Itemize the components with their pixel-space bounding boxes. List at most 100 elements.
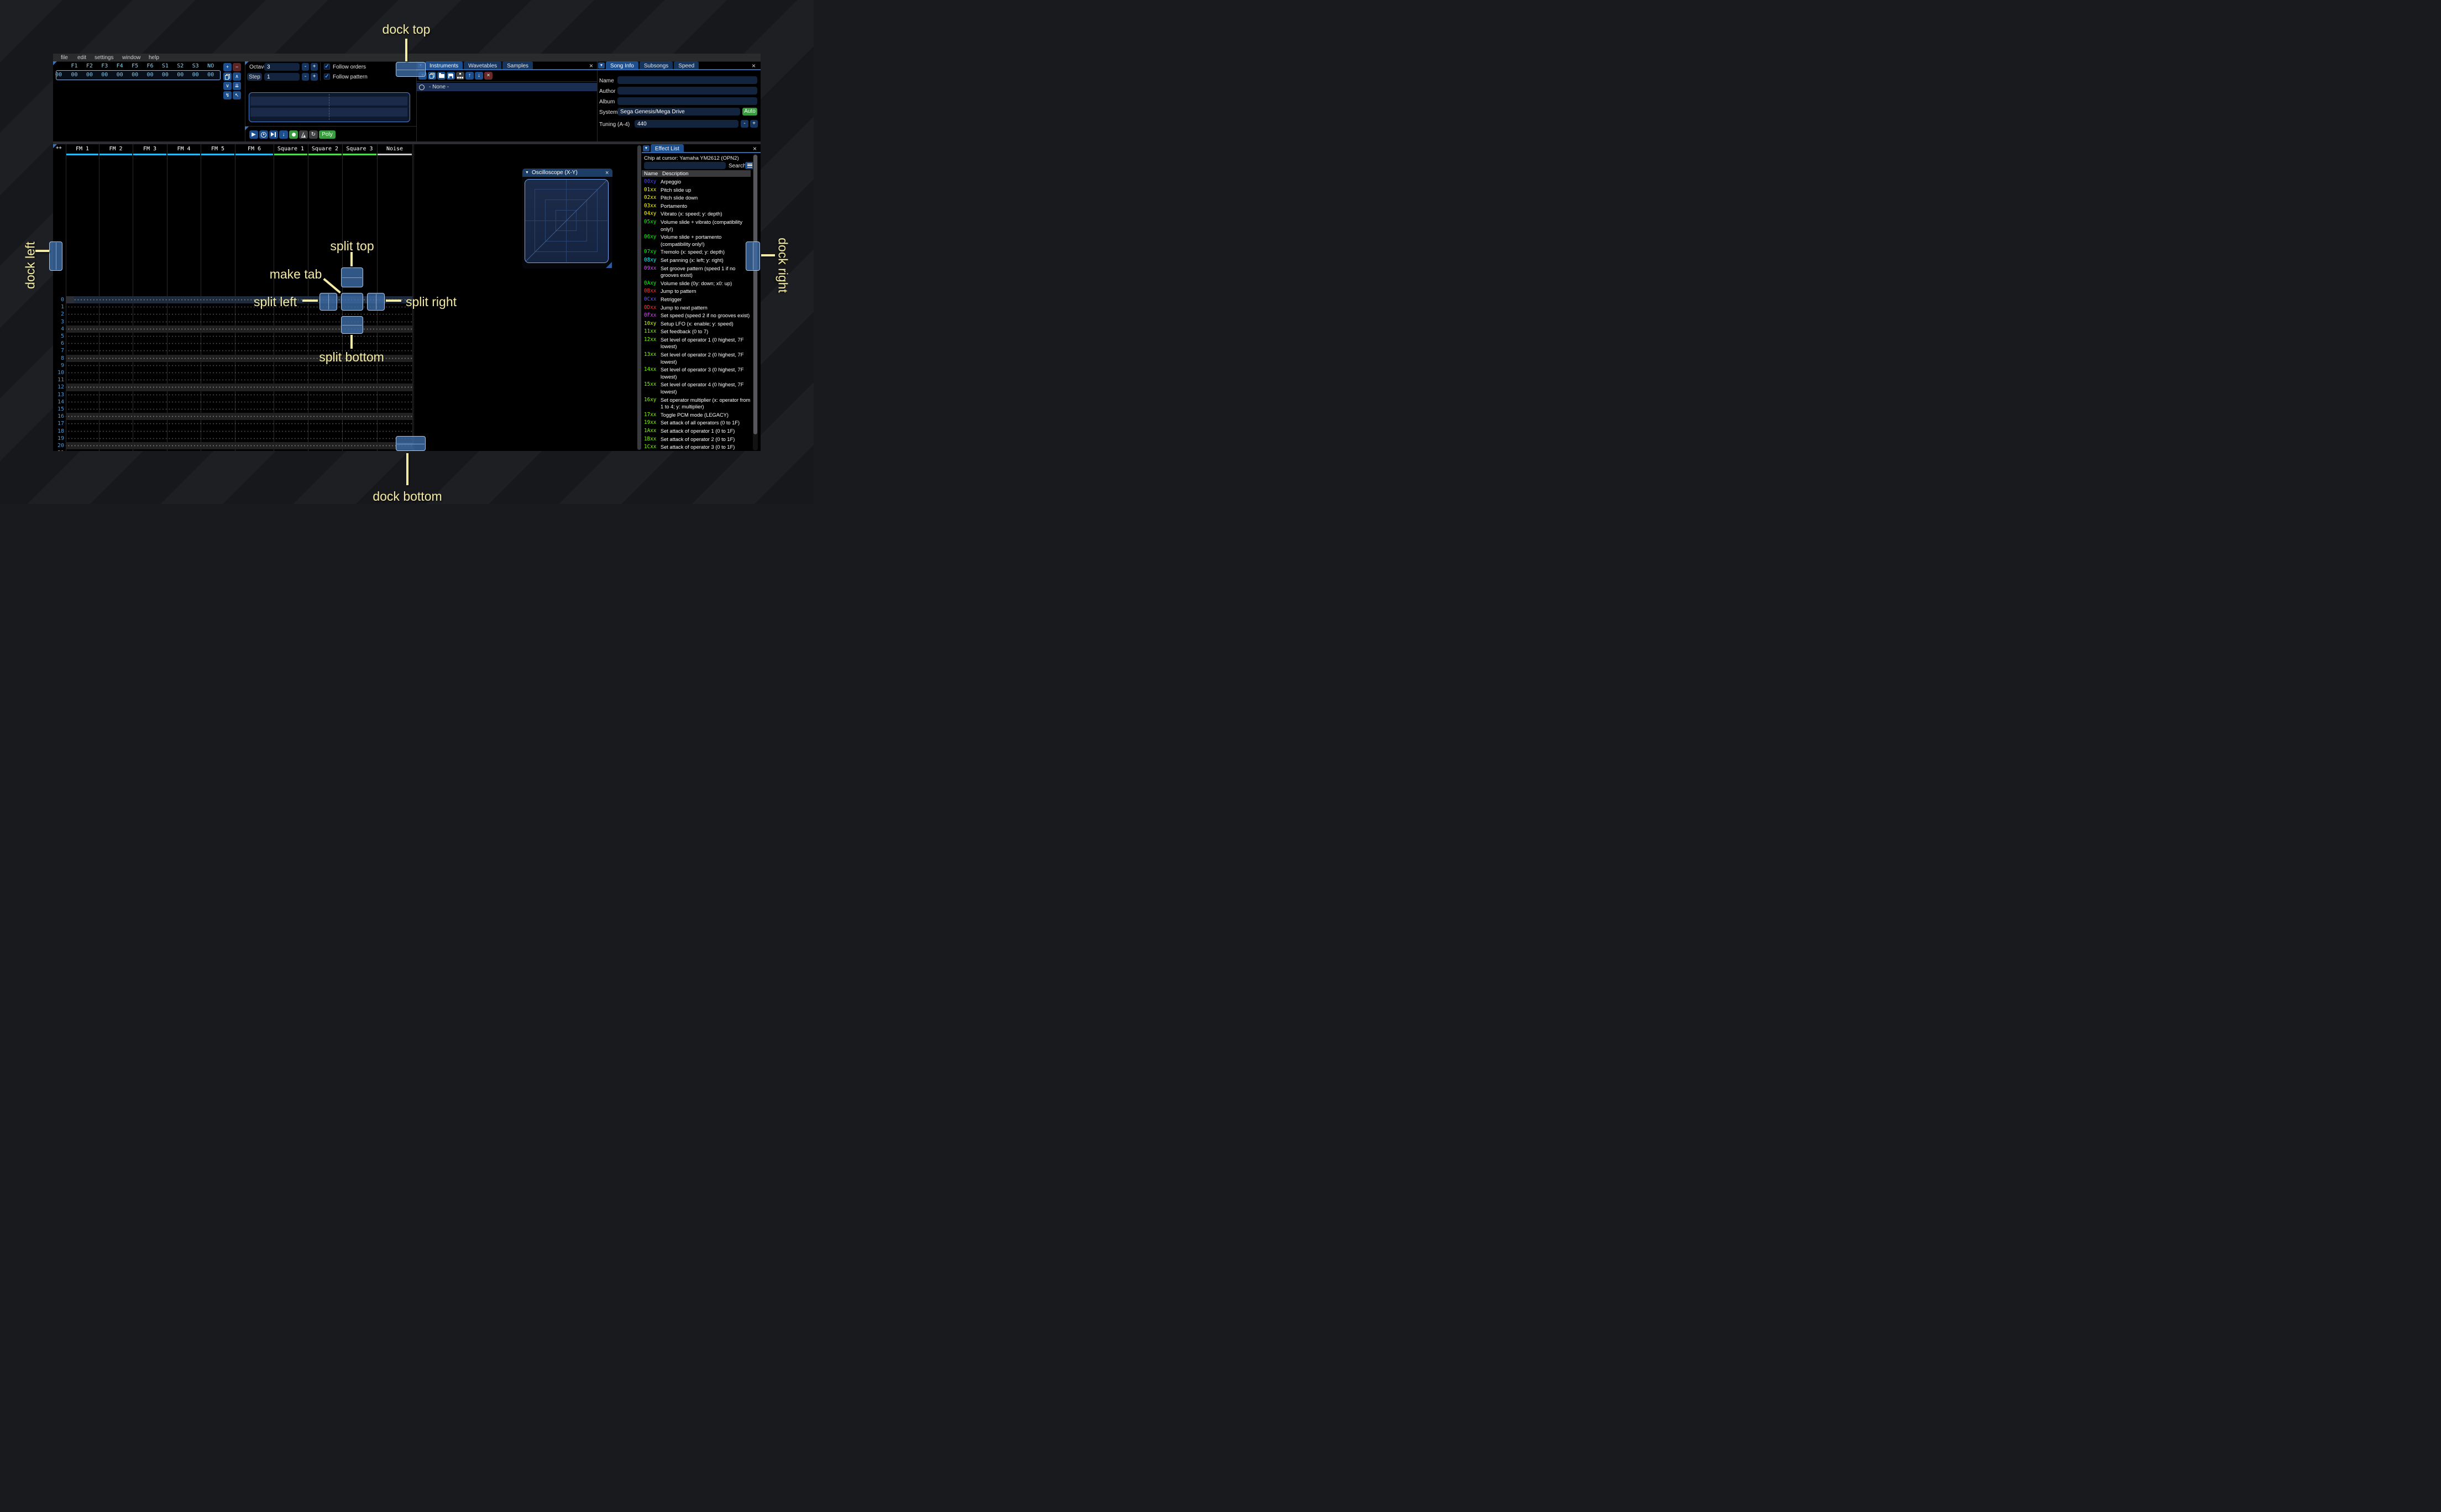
- effect-row[interactable]: 15xx Set level of operator 4 (0 highest, …: [644, 381, 752, 395]
- play-from-start-button[interactable]: [259, 130, 268, 139]
- song-info-collapse-button[interactable]: ▼: [598, 62, 605, 69]
- effect-row[interactable]: 0Fxx Set speed (speed 2 if no grooves exi…: [644, 312, 752, 319]
- octave-increase-button[interactable]: +: [311, 63, 318, 71]
- vertical-splitter[interactable]: [637, 145, 641, 450]
- instrument-move-down-button[interactable]: ↓: [475, 72, 483, 80]
- pattern-row[interactable]: [66, 442, 412, 450]
- effect-row[interactable]: 02xx Pitch slide down: [644, 195, 752, 202]
- effect-row[interactable]: 04xy Vibrato (x: speed; y: depth): [644, 211, 752, 218]
- step-increase-button[interactable]: +: [311, 73, 318, 81]
- instruments-close-icon[interactable]: ×: [589, 62, 593, 69]
- pattern-row[interactable]: [66, 376, 412, 384]
- pattern-row[interactable]: [66, 384, 412, 391]
- effect-list-close-icon[interactable]: ×: [753, 145, 757, 152]
- instrument-delete-button[interactable]: ×: [484, 72, 493, 80]
- pattern-row[interactable]: [66, 340, 412, 348]
- stop-button[interactable]: [289, 130, 298, 139]
- menu-help[interactable]: help: [149, 55, 159, 61]
- follow-orders-checkbox[interactable]: ✓: [324, 64, 330, 70]
- menu-file[interactable]: file: [61, 55, 68, 61]
- order-move-up-button[interactable]: ∧: [233, 72, 241, 81]
- effect-row[interactable]: 16xy Set operator multiplier (x: operator…: [644, 397, 752, 411]
- tuning-input[interactable]: 440: [635, 120, 738, 128]
- oscilloscope-close-icon[interactable]: ×: [605, 170, 609, 176]
- poly-toggle-button[interactable]: Poly: [319, 130, 336, 139]
- pattern-row[interactable]: [66, 434, 412, 442]
- play-one-row-button[interactable]: [269, 130, 278, 139]
- effect-row[interactable]: 17xx Toggle PCM mode (LEGACY): [644, 412, 752, 419]
- pattern-cursor-cell[interactable]: [66, 296, 74, 304]
- effect-row[interactable]: 01xx Pitch slide up: [644, 187, 752, 194]
- order-deep-clone-button[interactable]: ↯: [223, 91, 232, 99]
- effect-row[interactable]: 05xy Volume slide + vibrato (compatibilit…: [644, 219, 752, 233]
- pattern-row[interactable]: [66, 449, 412, 451]
- channel-header-fm-3[interactable]: FM 3: [133, 146, 167, 152]
- dock-bottom-target[interactable]: [396, 436, 426, 451]
- order-edit-mode-button[interactable]: ↖: [233, 91, 241, 99]
- pattern-row[interactable]: [66, 391, 412, 398]
- order-duplicate-end-button[interactable]: ⇊: [233, 82, 241, 90]
- pattern-row[interactable]: [66, 413, 412, 421]
- effect-row[interactable]: 09xx Set groove pattern (speed 1 if no gr…: [644, 265, 752, 279]
- tuning-decrease-button[interactable]: -: [741, 120, 748, 128]
- channel-header-fm-1[interactable]: FM 1: [66, 146, 99, 152]
- pattern-row[interactable]: [66, 406, 412, 413]
- instrument-duplicate-button[interactable]: [428, 72, 436, 80]
- pattern-preview[interactable]: [249, 92, 410, 122]
- effect-row[interactable]: 10xy Setup LFO (x: enable; y: speed): [644, 321, 752, 328]
- author-field[interactable]: [617, 87, 757, 95]
- effect-row[interactable]: 0Bxx Jump to pattern: [644, 288, 752, 295]
- menu-edit[interactable]: edit: [77, 55, 86, 61]
- effect-row[interactable]: 06xy Volume slide + portamento (compatibi…: [644, 234, 752, 248]
- order-remove-button[interactable]: −: [233, 63, 241, 71]
- step-input[interactable]: 1: [264, 73, 300, 81]
- song-info-close-icon[interactable]: ×: [752, 62, 756, 69]
- channel-header-square-2[interactable]: Square 2: [308, 146, 342, 152]
- effect-row[interactable]: 03xx Portamento: [644, 203, 752, 210]
- pattern-row[interactable]: [66, 398, 412, 406]
- name-field[interactable]: [617, 76, 757, 84]
- tuning-increase-button[interactable]: +: [750, 120, 758, 128]
- split-left-target[interactable]: [319, 293, 337, 311]
- order-move-down-button[interactable]: ∨: [223, 82, 232, 90]
- channel-header-fm-4[interactable]: FM 4: [167, 146, 201, 152]
- chevron-down-icon[interactable]: ▼: [525, 171, 529, 175]
- effect-list-scrollbar[interactable]: [753, 154, 758, 450]
- effect-row[interactable]: 11xx Set feedback (0 to 7): [644, 328, 752, 335]
- effect-row[interactable]: 0Dxx Jump to next pattern: [644, 305, 752, 312]
- octave-decrease-button[interactable]: -: [302, 63, 309, 71]
- repeat-pattern-button[interactable]: ↻: [309, 130, 318, 139]
- dock-right-target[interactable]: [746, 242, 760, 271]
- effect-row[interactable]: 1Cxx Set attack of operator 3 (0 to 1F): [644, 444, 752, 451]
- channel-header-noise[interactable]: Noise: [377, 146, 412, 152]
- effect-row[interactable]: 0Cxx Retrigger: [644, 296, 752, 303]
- instrument-save-button[interactable]: [447, 72, 455, 80]
- pattern-row[interactable]: [66, 427, 412, 435]
- step-row-button[interactable]: ↓: [279, 130, 288, 139]
- system-field[interactable]: Sega Genesis/Mega Drive: [617, 108, 740, 116]
- album-field[interactable]: [617, 97, 757, 105]
- menu-settings[interactable]: settings: [95, 55, 113, 61]
- channel-header-fm-5[interactable]: FM 5: [201, 146, 235, 152]
- effect-row[interactable]: 07xy Tremolo (x: speed; y: depth): [644, 249, 752, 256]
- channel-header-fm-6[interactable]: FM 6: [235, 146, 274, 152]
- resize-grip-icon[interactable]: [606, 262, 612, 268]
- make-tab-target[interactable]: [341, 293, 363, 311]
- effect-row[interactable]: 00xy Arpeggio: [644, 179, 752, 186]
- orders-selected-row[interactable]: [56, 70, 221, 80]
- channel-header-square-3[interactable]: Square 3: [342, 146, 377, 152]
- effect-row[interactable]: 08xy Set panning (x: left; y: right): [644, 257, 752, 264]
- pattern-row[interactable]: [66, 420, 412, 428]
- effect-row[interactable]: 0Axy Volume slide (0y: down; x0: up): [644, 280, 752, 287]
- split-top-target[interactable]: [341, 267, 363, 287]
- channel-header-fm-2[interactable]: FM 2: [99, 146, 133, 152]
- metronome-button[interactable]: [299, 130, 308, 139]
- dock-left-target[interactable]: [49, 242, 62, 271]
- step-decrease-button[interactable]: -: [302, 73, 309, 81]
- effect-row[interactable]: 19xx Set attack of all operators (0 to 1F…: [644, 419, 752, 427]
- split-bottom-target[interactable]: [341, 316, 363, 334]
- effect-row[interactable]: 13xx Set level of operator 2 (0 highest, …: [644, 351, 752, 365]
- octave-input[interactable]: 3: [264, 63, 300, 71]
- effect-row[interactable]: 12xx Set level of operator 1 (0 highest, …: [644, 337, 752, 350]
- oscilloscope-title-bar[interactable]: ▼ Oscilloscope (X-Y) ×: [522, 169, 612, 177]
